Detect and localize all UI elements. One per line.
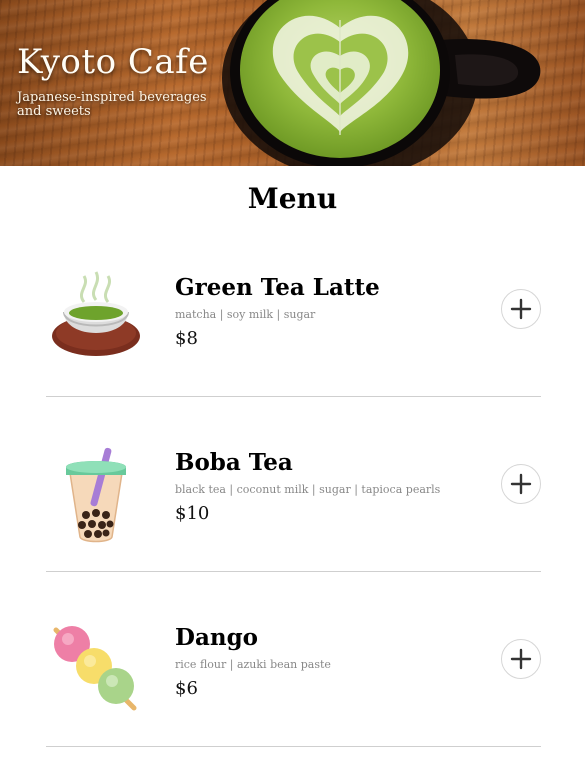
item-ingredients: rice flour | azuki bean paste: [175, 658, 331, 671]
item-price: $6: [175, 678, 198, 699]
plus-icon: [510, 648, 532, 670]
bubble-tea-icon: [66, 447, 126, 543]
item-price: $10: [175, 503, 210, 524]
add-to-order-button[interactable]: [501, 289, 541, 329]
hero-title: Kyoto Cafe: [17, 42, 209, 82]
menu-item-green-tea-latte: Green Tea Latte matcha | soy milk | suga…: [46, 222, 541, 397]
matcha-latte-image: [222, 0, 541, 166]
dango-icon: [53, 626, 137, 711]
add-to-order-button[interactable]: [501, 464, 541, 504]
plus-icon: [510, 298, 532, 320]
item-ingredients: black tea | coconut milk | sugar | tapio…: [175, 483, 441, 496]
item-name: Green Tea Latte: [175, 274, 380, 301]
plus-icon: [510, 473, 532, 495]
green-tea-icon: [52, 271, 140, 356]
item-price: $8: [175, 328, 198, 349]
hero-subtitle: Japanese-inspired beverages and sweets: [17, 90, 207, 119]
hero-banner: Kyoto Cafe Japanese-inspired beverages a…: [0, 0, 585, 166]
add-to-order-button[interactable]: [501, 639, 541, 679]
item-name: Boba Tea: [175, 449, 293, 476]
menu-item-boba-tea: Boba Tea black tea | coconut milk | suga…: [46, 397, 541, 572]
menu-title: Menu: [247, 182, 338, 215]
item-name: Dango: [175, 624, 258, 651]
item-ingredients: matcha | soy milk | sugar: [175, 308, 316, 321]
menu-item-dango: Dango rice flour | azuki bean paste $6: [46, 572, 541, 747]
